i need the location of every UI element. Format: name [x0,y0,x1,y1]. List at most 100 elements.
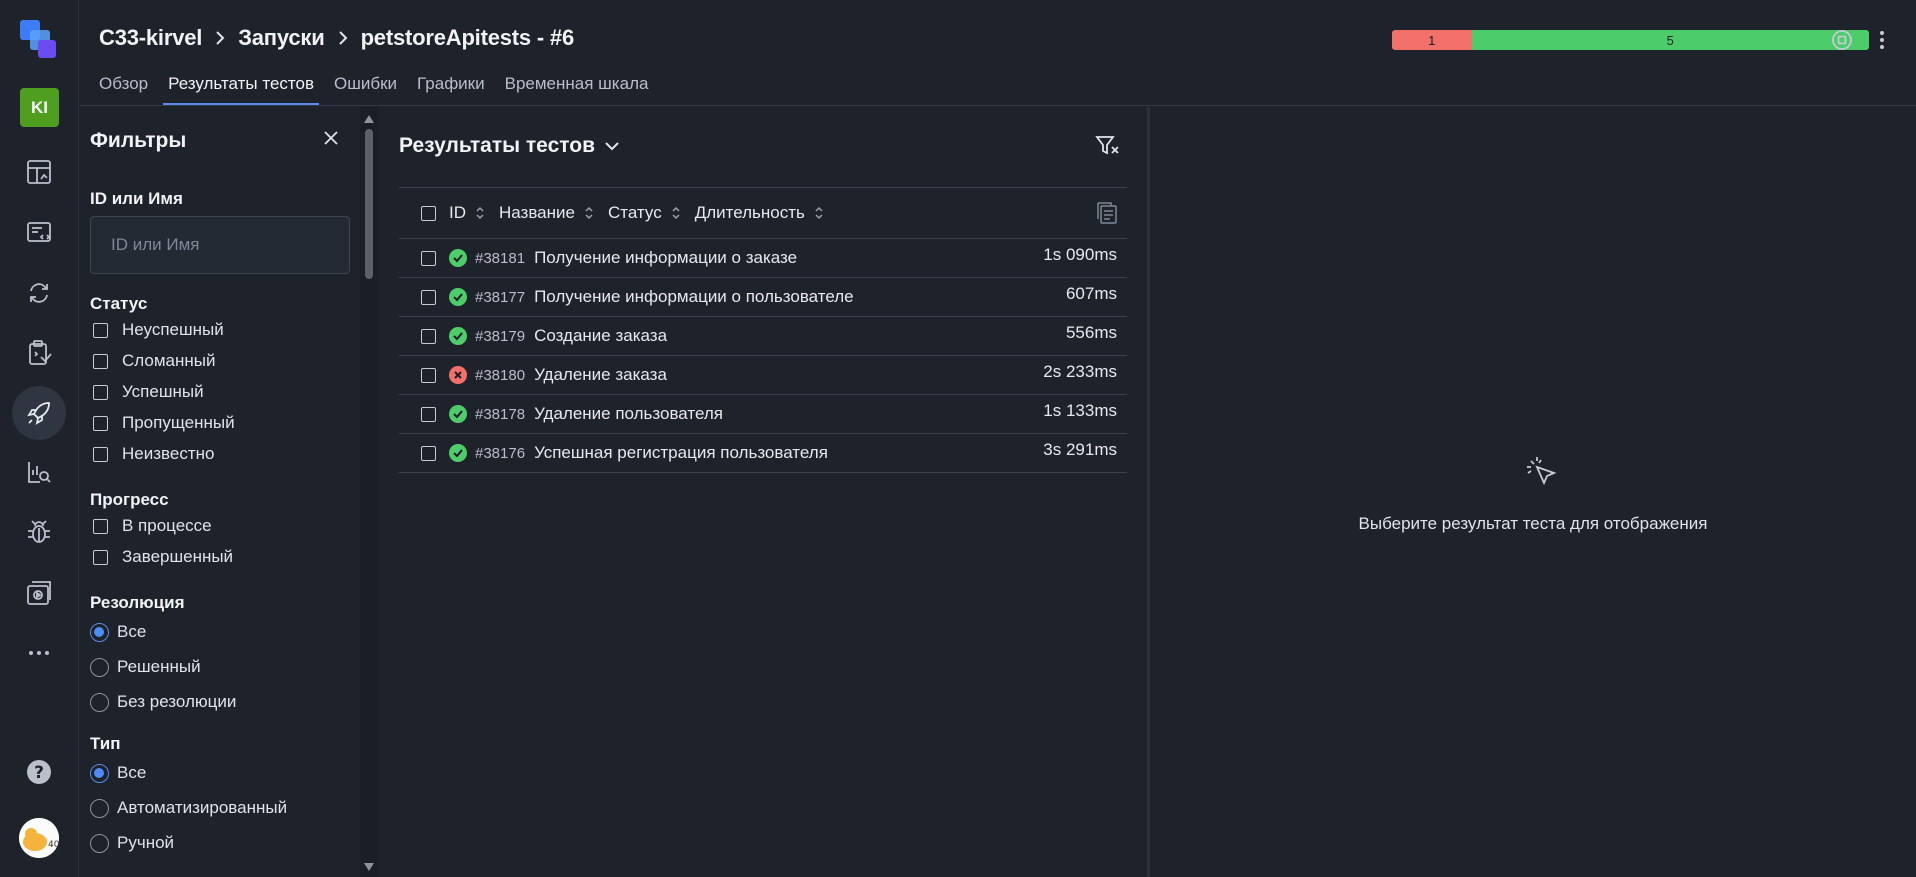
progress-option-in-progress[interactable]: В процессе [93,515,212,537]
radio-button[interactable] [90,622,109,642]
radio-button[interactable] [90,798,109,818]
defects-bug-icon[interactable] [12,505,66,559]
test-plans-icon[interactable] [12,326,66,380]
scroll-up-icon[interactable] [364,115,374,123]
jobs-icon[interactable] [12,566,66,620]
checkbox[interactable] [93,549,108,565]
select-all-checkbox[interactable] [421,205,436,221]
id-name-input[interactable] [90,216,350,274]
checkbox[interactable] [93,322,108,338]
table-row[interactable]: #38178 Удаление пользователя 1s 133ms [399,395,1127,434]
tab-charts[interactable]: Графики [417,74,485,105]
launch-tabs: Обзор Результаты тестов Ошибки Графики В… [99,74,668,105]
launches-icon[interactable] [12,386,66,440]
clear-filter-icon[interactable] [1094,133,1120,159]
option-label: В процессе [122,516,212,535]
project-avatar[interactable]: KI [20,88,59,127]
column-duration[interactable]: Длительность [695,203,824,223]
chevron-down-icon [605,142,619,151]
checkbox[interactable] [93,384,108,400]
status-passed-icon [449,405,467,423]
row-checkbox[interactable] [421,406,436,422]
sort-icon [672,206,680,220]
table-row[interactable]: #38179 Создание заказа 556ms [399,317,1127,356]
option-label: Без резолюции [117,692,237,711]
progress-option-finished[interactable]: Завершенный [93,546,233,568]
column-settings-icon[interactable] [1095,201,1119,225]
tab-test-results[interactable]: Результаты тестов [163,74,319,105]
close-icon[interactable] [320,127,342,149]
resolution-option-resolved[interactable]: Решенный [90,656,201,678]
type-option-all[interactable]: Все [90,762,146,784]
checkbox[interactable] [93,518,108,534]
sync-icon[interactable] [12,266,66,320]
test-result-duration: 607ms [1065,284,1117,303]
table-row[interactable]: #38176 Успешная регистрация пользователя 3… [399,434,1127,473]
resolution-filter-label: Резолюция [90,593,185,612]
column-id[interactable]: ID [449,203,485,223]
results-title-dropdown[interactable]: Результаты тестов [399,134,621,158]
scroll-thumb[interactable] [365,129,373,279]
test-result-id: #38178 [475,405,526,423]
option-label: Все [117,622,147,641]
row-checkbox[interactable] [421,367,436,383]
analytics-search-icon[interactable] [12,445,66,499]
dashboards-icon[interactable] [12,145,66,199]
scroll-down-icon[interactable] [364,863,374,871]
app-logo-icon[interactable] [18,18,60,60]
test-result-name: Получение информации о заказе [534,248,798,267]
sort-icon [815,206,823,220]
option-label: Завершенный [122,547,234,566]
test-result-id: #38180 [475,366,526,384]
radio-button[interactable] [90,833,109,853]
user-avatar[interactable]: 40 [19,818,59,858]
breadcrumb-project[interactable]: C33-kirvel [99,25,202,51]
row-checkbox[interactable] [421,445,436,461]
page-header: C33-kirvel Запуски petstoreApitests - #6… [80,0,1916,106]
tab-errors[interactable]: Ошибки [334,74,397,105]
help-icon[interactable]: ? [12,745,66,799]
progress-filter-label: Прогресс [90,490,169,509]
table-row[interactable]: #38177 Получение информации о пользовател… [399,278,1127,317]
stop-launch-icon[interactable] [1829,27,1855,53]
row-checkbox[interactable] [421,289,436,305]
status-option-skipped[interactable]: Пропущенный [93,412,235,434]
breadcrumb-launches[interactable]: Запуски [238,25,325,51]
option-label: Неизвестно [122,444,215,463]
column-name[interactable]: Название [499,203,594,223]
more-icon[interactable] [12,626,66,680]
filters-scrollbar[interactable] [360,107,378,877]
status-failed-icon [449,366,467,384]
id-name-label: ID или Имя [90,189,183,208]
type-option-manual[interactable]: Ручной [90,832,174,854]
type-option-automated[interactable]: Автоматизированный [90,797,287,819]
table-row[interactable]: #38180 Удаление заказа 2s 233ms [399,356,1127,395]
kebab-menu-icon[interactable] [1869,27,1895,53]
option-label: Пропущенный [122,413,235,432]
row-checkbox[interactable] [421,328,436,344]
option-label: Неуспешный [122,320,224,339]
status-option-broken[interactable]: Сломанный [93,350,215,372]
column-status[interactable]: Статус [608,203,681,223]
status-option-passed[interactable]: Успешный [93,381,204,403]
resolution-option-all[interactable]: Все [90,621,146,643]
table-row[interactable]: #38181 Получение информации о заказе 1s 09… [399,239,1127,278]
radio-button[interactable] [90,763,109,783]
status-option-failed[interactable]: Неуспешный [93,319,224,341]
table-header: ID Название Статус Длительность [399,188,1127,239]
test-result-id: #38179 [475,327,526,345]
filters-panel: Фильтры ID или Имя Статус Неуспешный Сло… [80,107,360,877]
checkbox[interactable] [93,353,108,369]
row-checkbox[interactable] [421,250,436,266]
chevron-right-icon [212,30,228,46]
tab-timeline[interactable]: Временная шкала [505,74,649,105]
radio-button[interactable] [90,657,109,677]
checkbox[interactable] [93,446,108,462]
checkbox[interactable] [93,415,108,431]
resolution-option-none[interactable]: Без резолюции [90,691,236,713]
radio-button[interactable] [90,692,109,712]
tab-overview[interactable]: Обзор [99,74,148,105]
sort-icon [476,206,484,220]
test-cases-icon[interactable] [12,206,66,260]
status-option-unknown[interactable]: Неизвестно [93,443,214,465]
